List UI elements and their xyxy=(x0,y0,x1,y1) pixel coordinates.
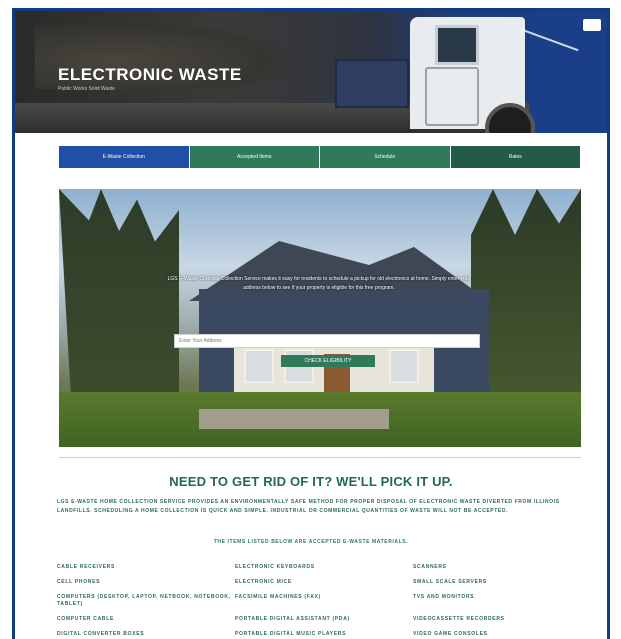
section-headline: NEED TO GET RID OF IT? WE'LL PICK IT UP. xyxy=(169,474,453,489)
tab-schedule[interactable]: Schedule xyxy=(320,146,451,168)
list-item: FACSIMILE MACHINES (FAX) xyxy=(235,594,321,600)
list-item: COMPUTERS (DESKTOP, LAPTOP, NETBOOK, NOT… xyxy=(57,594,231,607)
list-item: ELECTRONIC KEYBOARDS xyxy=(235,564,315,570)
list-item: TVS AND MONITORS xyxy=(413,594,475,600)
check-eligibility-button[interactable]: CHECK ELIGIBILITY xyxy=(281,355,375,367)
house-photo-window xyxy=(389,349,419,383)
list-item: VIDEOCASSETTE RECORDERS xyxy=(413,616,505,622)
list-item: SCANNERS xyxy=(413,564,447,570)
section-divider xyxy=(59,457,581,458)
list-item: VIDEO GAME CONSOLES xyxy=(413,631,488,637)
hero-photo-dumpster xyxy=(335,59,409,108)
accepted-items-heading: THE ITEMS LISTED BELOW ARE ACCEPTED E-WA… xyxy=(213,539,409,545)
hero-photo-badge xyxy=(583,19,601,31)
list-item: DIGITAL CONVERTER BOXES xyxy=(57,631,145,637)
list-item: PORTABLE DIGITAL MUSIC PLAYERS xyxy=(235,631,347,637)
hero-photo-truck-door xyxy=(425,67,479,126)
list-item: CELL PHONES xyxy=(57,579,101,585)
tab-ewaste-collection[interactable]: E-Waste Collection xyxy=(59,146,190,168)
accepted-items-list: CABLE RECEIVERS ELECTRONIC KEYBOARDS SCA… xyxy=(57,564,577,638)
house-photo-walkway xyxy=(199,409,389,429)
page-subtitle: Public Works Solid Waste xyxy=(58,86,115,92)
list-item: COMPUTER CABLE xyxy=(57,616,115,622)
tab-bar: E-Waste Collection Accepted Items Schedu… xyxy=(59,146,581,168)
hero-banner: ELECTRONIC WASTE Public Works Solid Wast… xyxy=(15,11,607,133)
tab-rates[interactable]: Rates xyxy=(450,146,581,168)
list-item: CABLE RECEIVERS xyxy=(57,564,116,570)
hero-photo-truck-window xyxy=(435,25,479,65)
page-frame: ELECTRONIC WASTE Public Works Solid Wast… xyxy=(12,8,610,639)
list-item: PORTABLE DIGITAL ASSISTANT (PDA) xyxy=(235,616,350,622)
page-title: ELECTRONIC WASTE xyxy=(58,65,242,84)
banner-description: LGS E-Waste Curbside Collection Service … xyxy=(167,276,471,291)
list-item: ELECTRONIC MICE xyxy=(235,579,292,585)
address-search-input[interactable] xyxy=(174,334,480,348)
house-photo-trees-left xyxy=(59,189,179,399)
section-intro: LGS E-WASTE HOME COLLECTION SERVICE PROV… xyxy=(57,499,560,514)
tab-accepted-items[interactable]: Accepted Items xyxy=(189,146,320,168)
list-item: SMALL SCALE SERVERS xyxy=(413,579,487,585)
house-photo-panel: LGS E-Waste Curbside Collection Service … xyxy=(59,189,581,447)
house-photo-window xyxy=(244,349,274,383)
